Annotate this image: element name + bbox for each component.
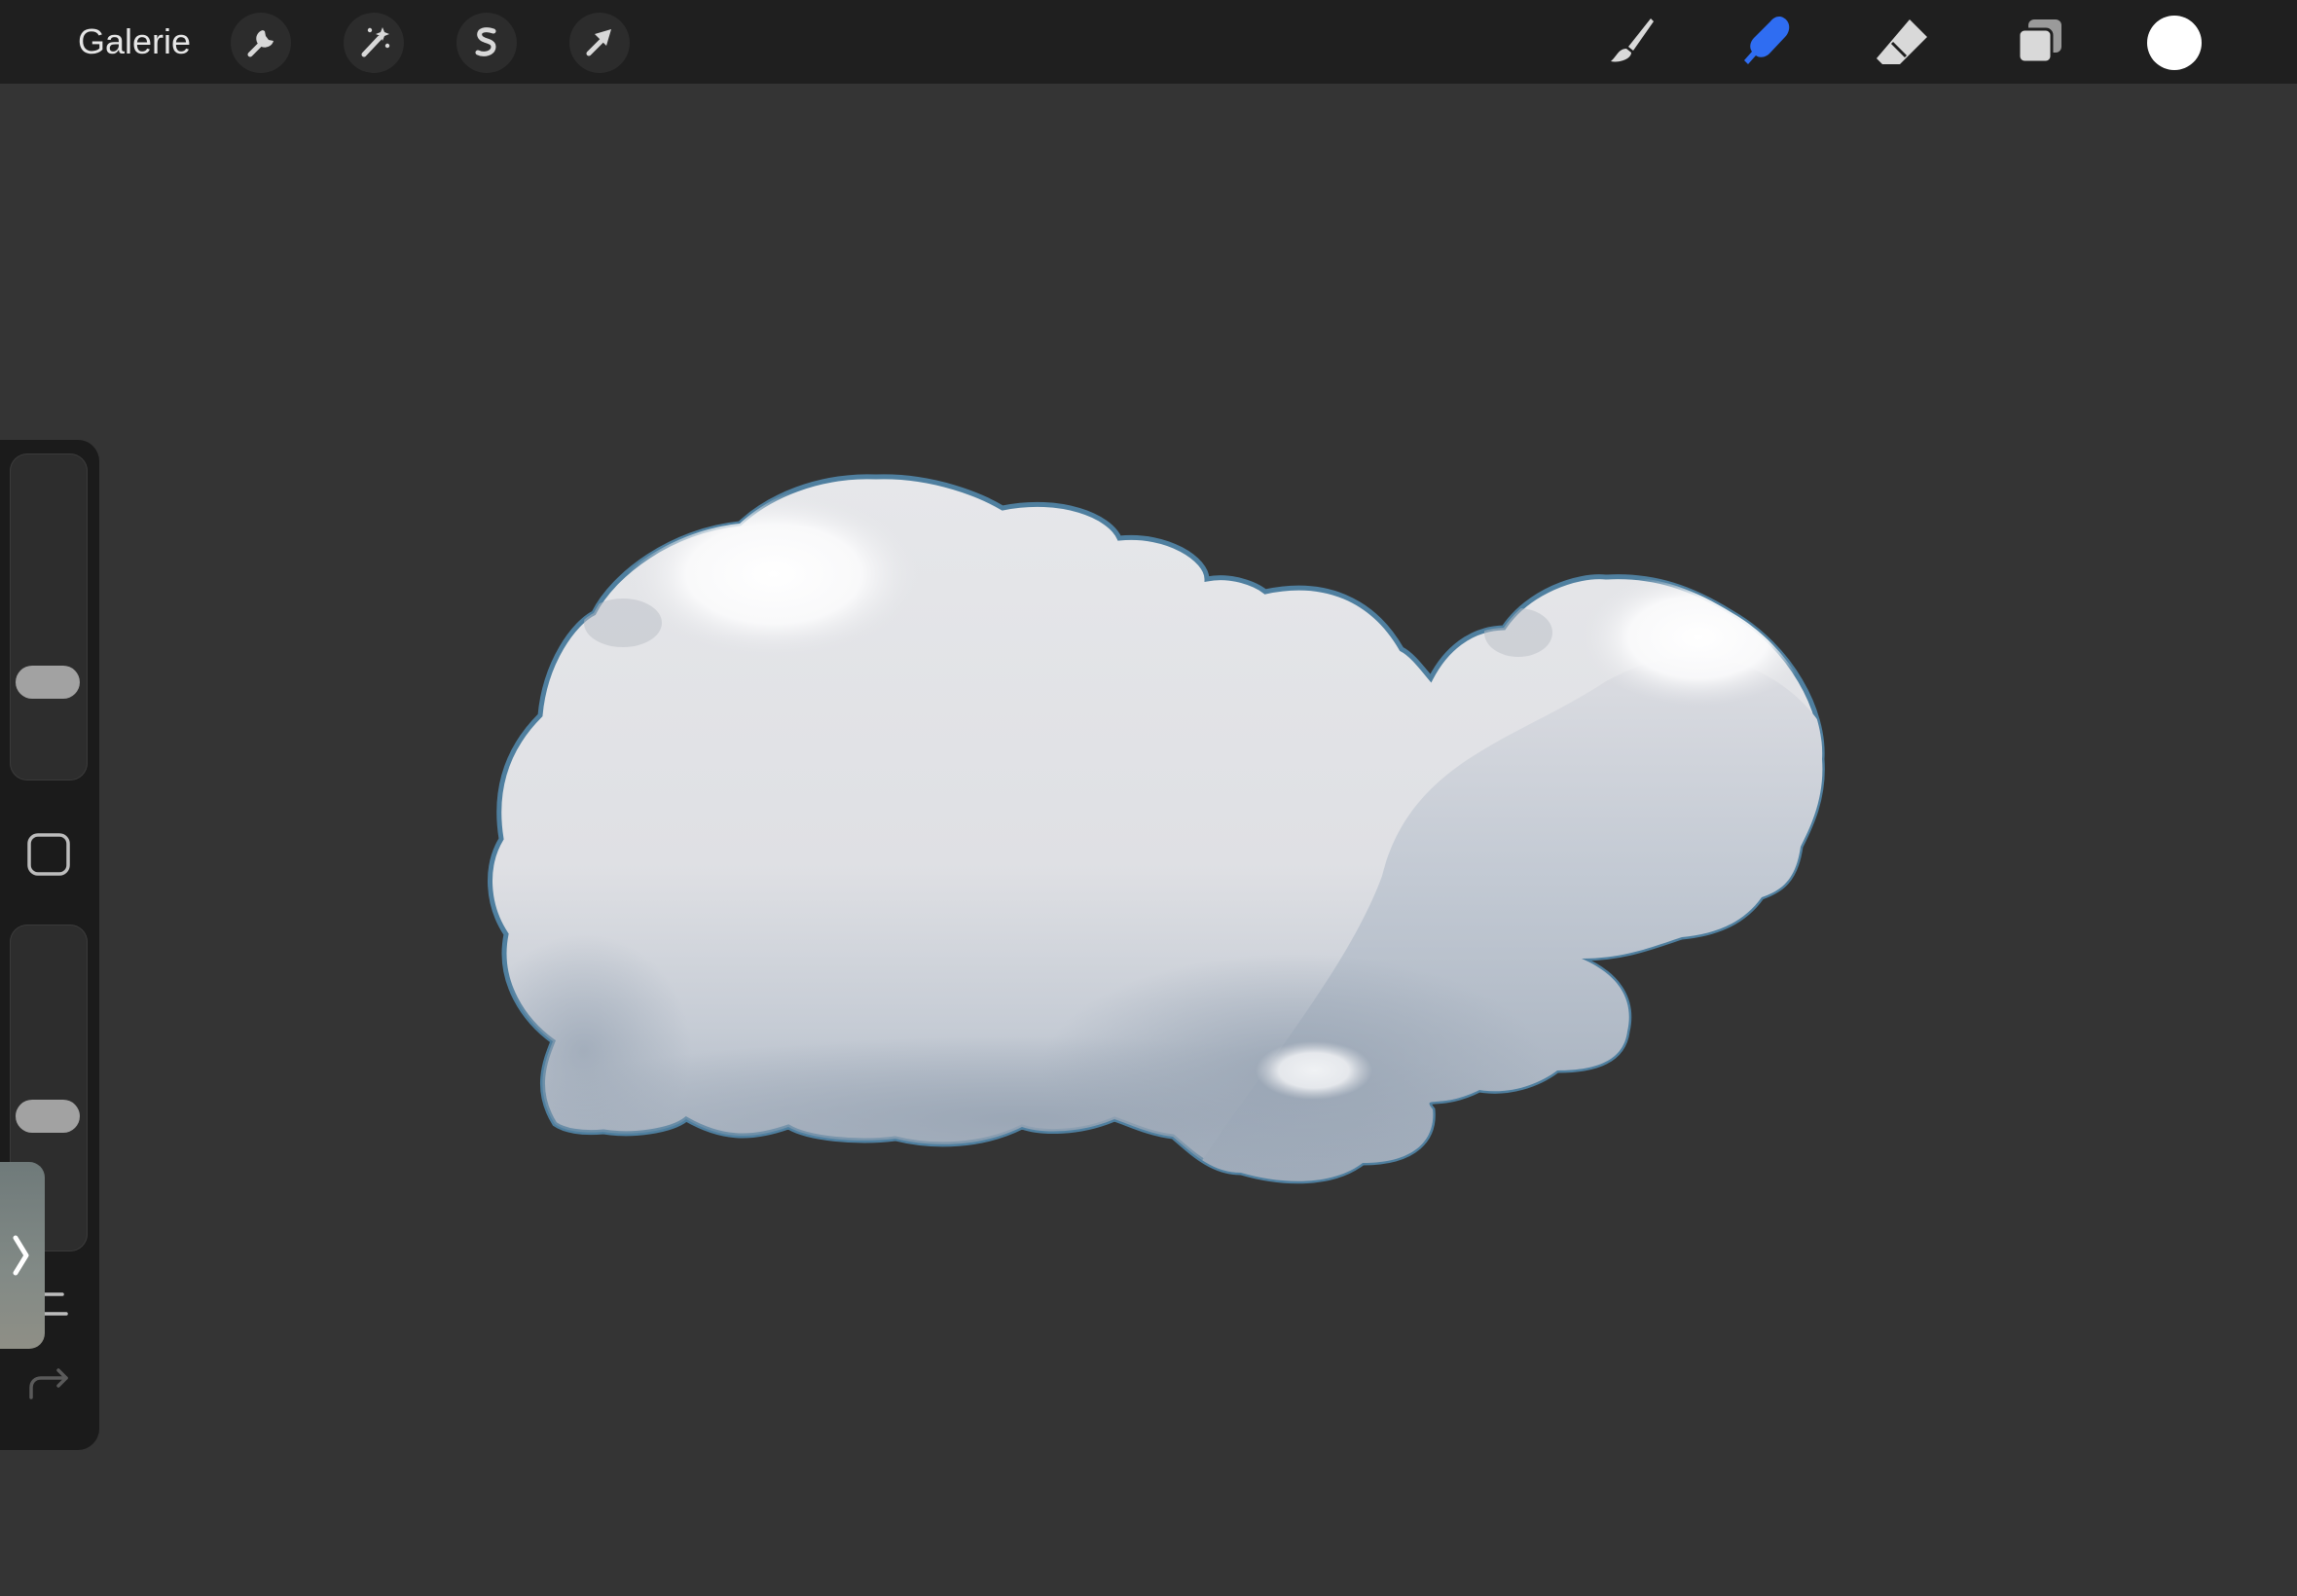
selection-button[interactable]	[456, 13, 517, 73]
selection-s-icon	[475, 27, 496, 56]
redo-button[interactable]	[23, 1364, 76, 1403]
layers-icon	[2017, 19, 2061, 64]
brush-icon	[1611, 18, 1654, 62]
procreate-app: Galerie	[0, 0, 2297, 1596]
brush-size-thumb[interactable]	[16, 665, 80, 699]
square-modifier-button[interactable]	[26, 832, 71, 877]
gallery-button[interactable]: Galerie	[78, 19, 191, 64]
smudge-tool-button[interactable]	[1734, 10, 1799, 74]
arrow-cursor-icon	[586, 29, 611, 56]
magic-wand-icon	[361, 27, 390, 57]
brush-size-slider[interactable]	[10, 453, 88, 780]
eraser-icon	[1877, 19, 1927, 64]
actions-button[interactable]	[231, 13, 291, 73]
paint-tool-button[interactable]	[1599, 10, 1663, 74]
sidebar-collapse-tab[interactable]	[0, 1162, 45, 1349]
transform-button[interactable]	[569, 13, 630, 73]
chevron-right-icon	[13, 1235, 29, 1276]
drawing-canvas[interactable]	[0, 84, 2297, 1596]
layers-button[interactable]	[2007, 10, 2071, 74]
erase-tool-button[interactable]	[1871, 10, 1935, 74]
top-toolbar: Galerie	[0, 0, 2297, 84]
cloud-drawing	[488, 474, 1825, 1184]
wrench-icon	[247, 30, 273, 57]
opacity-thumb[interactable]	[16, 1100, 80, 1133]
square-modifier-icon	[27, 833, 70, 876]
adjustments-button[interactable]	[344, 13, 404, 73]
color-picker-button[interactable]	[2147, 16, 2202, 70]
redo-arrow-icon	[29, 1368, 68, 1399]
smudge-finger-icon	[1744, 17, 1790, 64]
